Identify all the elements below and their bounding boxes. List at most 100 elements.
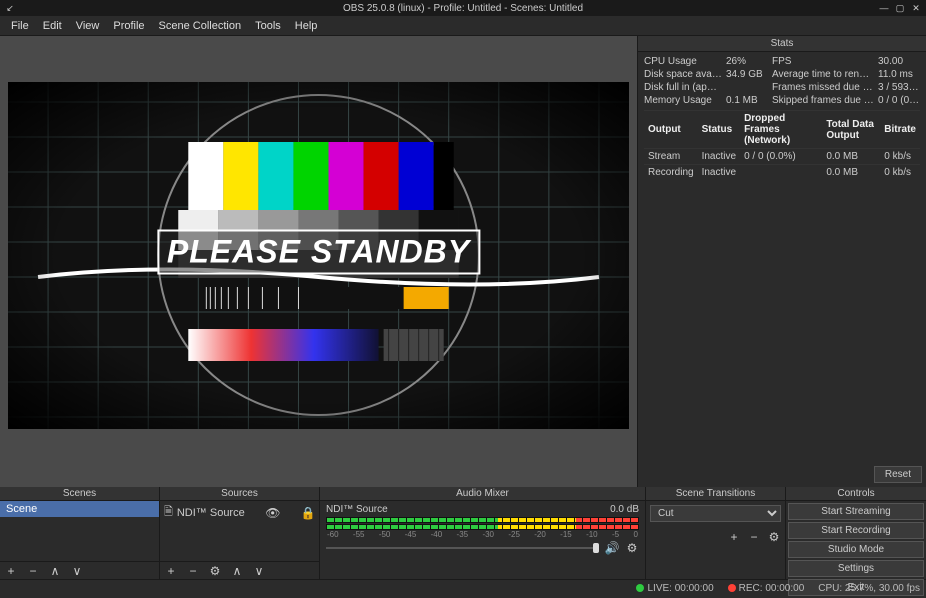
source-up-button[interactable]: ∧ xyxy=(230,564,244,578)
vu-tick: -10 xyxy=(586,530,598,539)
standby-text: PLEASE STANDBY xyxy=(157,230,480,275)
start-streaming-button[interactable]: Start Streaming xyxy=(788,503,924,520)
mixer-source-name: NDI™ Source xyxy=(326,504,388,515)
sources-title: Sources xyxy=(160,487,319,501)
start-recording-button[interactable]: Start Recording xyxy=(788,522,924,539)
add-transition-button[interactable]: + xyxy=(727,530,741,544)
menu-help[interactable]: Help xyxy=(288,18,325,34)
stat-label: Skipped frames due to encoding lag xyxy=(772,95,874,106)
source-label: NDI™ Source xyxy=(177,507,245,519)
mixer-item: NDI™ Source 0.0 dB -60 -55 -5 0 -45 -40 -… xyxy=(320,501,645,558)
stat-label: Memory Usage xyxy=(644,95,722,106)
table-row: Recording Inactive 0.0 MB 0 kb/s xyxy=(644,165,920,181)
stats-panel: Stats CPU Usage26%FPS30.00 Disk space av… xyxy=(638,36,926,487)
stats-td: 0 kb/s xyxy=(880,149,920,165)
studio-mode-button[interactable]: Studio Mode xyxy=(788,541,924,558)
stats-td: Recording xyxy=(644,165,698,181)
vu-tick: -55 xyxy=(353,530,365,539)
sources-panel: Sources 🗎 NDI™ Source 👁 🔒 + − ⚙ ∧ ∨ xyxy=(160,487,320,579)
window-menu-icon[interactable]: ↙ xyxy=(4,2,16,14)
menubar: File Edit View Profile Scene Collection … xyxy=(0,16,926,36)
source-lock-toggle[interactable]: 🔒 xyxy=(301,506,315,520)
stat-label: FPS xyxy=(772,56,874,67)
transition-select[interactable]: Cut xyxy=(650,505,781,522)
vu-tick: -5 xyxy=(612,530,619,539)
stats-title: Stats xyxy=(638,36,926,52)
stats-td: Inactive xyxy=(698,149,740,165)
stat-label: Disk space available xyxy=(644,69,722,80)
maximize-button[interactable]: ▢ xyxy=(894,2,906,14)
window-title: OBS 25.0.8 (linux) - Profile: Untitled -… xyxy=(343,3,583,14)
reset-button[interactable]: Reset xyxy=(874,466,922,483)
vu-tick: -30 xyxy=(482,530,494,539)
stats-td: 0.0 MB xyxy=(822,149,880,165)
scene-up-button[interactable]: ∧ xyxy=(48,564,62,578)
scenes-panel: Scenes Scene + − ∧ ∨ xyxy=(0,487,160,579)
stats-td: Stream xyxy=(644,149,698,165)
vu-meter xyxy=(326,517,639,523)
stat-value: 26% xyxy=(726,56,768,67)
close-button[interactable]: ✕ xyxy=(910,2,922,14)
mute-button[interactable]: 🔊 xyxy=(605,541,619,555)
vu-tick: -15 xyxy=(560,530,572,539)
vu-tick: 0 xyxy=(633,530,637,539)
status-cpu: CPU: 25.7%, 30.00 fps xyxy=(818,583,920,594)
preview-canvas[interactable]: PLEASE STANDBY xyxy=(8,82,629,429)
menu-file[interactable]: File xyxy=(4,18,36,34)
menu-profile[interactable]: Profile xyxy=(106,18,151,34)
source-down-button[interactable]: ∨ xyxy=(252,564,266,578)
preview-panel: PLEASE STANDBY xyxy=(0,36,638,487)
stats-td: Inactive xyxy=(698,165,740,181)
settings-button[interactable]: Settings xyxy=(788,560,924,577)
menu-scene-collection[interactable]: Scene Collection xyxy=(152,18,249,34)
stats-th: Output xyxy=(644,111,698,149)
add-source-button[interactable]: + xyxy=(164,564,178,578)
stat-label: Frames missed due to rendering lag xyxy=(772,82,874,93)
vu-tick: -40 xyxy=(431,530,443,539)
stats-td: 0.0 MB xyxy=(822,165,880,181)
mixer-settings-button[interactable]: ⚙ xyxy=(625,541,639,555)
volume-slider[interactable] xyxy=(326,542,599,554)
stat-value: 3 / 593 (0.5%) xyxy=(878,82,920,93)
vu-tick: -45 xyxy=(405,530,417,539)
status-live: LIVE: 00:00:00 xyxy=(636,583,713,594)
transitions-title: Scene Transitions xyxy=(646,487,785,501)
audio-mixer-panel: Audio Mixer NDI™ Source 0.0 dB -60 -55 -… xyxy=(320,487,646,579)
stat-label: CPU Usage xyxy=(644,56,722,67)
stat-value: 11.0 ms xyxy=(878,69,920,80)
status-rec: REC: 00:00:00 xyxy=(728,583,805,594)
source-visibility-toggle[interactable]: 👁 xyxy=(266,506,280,520)
source-type-icon: 🗎 xyxy=(164,503,173,522)
menu-tools[interactable]: Tools xyxy=(248,18,288,34)
stat-value: 34.9 GB xyxy=(726,69,768,80)
stats-th: Dropped Frames (Network) xyxy=(740,111,822,149)
stat-label: Average time to render frame xyxy=(772,69,874,80)
menu-edit[interactable]: Edit xyxy=(36,18,69,34)
stats-td xyxy=(740,165,822,181)
mixer-title: Audio Mixer xyxy=(320,487,645,501)
table-row: Stream Inactive 0 / 0 (0.0%) 0.0 MB 0 kb… xyxy=(644,149,920,165)
minimize-button[interactable]: — xyxy=(878,2,890,14)
stat-value: 0 / 0 (0.0%) xyxy=(878,95,920,106)
remove-scene-button[interactable]: − xyxy=(26,564,40,578)
transitions-panel: Scene Transitions Cut + − ⚙ xyxy=(646,487,786,579)
remove-source-button[interactable]: − xyxy=(186,564,200,578)
remove-transition-button[interactable]: − xyxy=(747,530,761,544)
live-indicator-icon xyxy=(636,584,644,592)
mixer-db-value: 0.0 dB xyxy=(610,504,639,515)
scene-down-button[interactable]: ∨ xyxy=(70,564,84,578)
vu-tick: -60 xyxy=(327,530,339,539)
scenes-title: Scenes xyxy=(0,487,159,501)
menu-view[interactable]: View xyxy=(69,18,107,34)
stat-value: 0.1 MB xyxy=(726,95,768,106)
controls-panel: Controls Start Streaming Start Recording… xyxy=(786,487,926,579)
controls-title: Controls xyxy=(786,487,926,501)
transition-properties-button[interactable]: ⚙ xyxy=(767,530,781,544)
stat-label: Disk full in (approx.) xyxy=(644,82,722,93)
vu-tick: -35 xyxy=(457,530,469,539)
vu-scale: -60 -55 -50 -45 -40 -35 -30 -25 -20 -15 … xyxy=(326,530,639,539)
source-item[interactable]: 🗎 NDI™ Source 👁 🔒 xyxy=(160,501,319,524)
add-scene-button[interactable]: + xyxy=(4,564,18,578)
scene-item[interactable]: Scene xyxy=(0,501,159,517)
source-properties-button[interactable]: ⚙ xyxy=(208,564,222,578)
